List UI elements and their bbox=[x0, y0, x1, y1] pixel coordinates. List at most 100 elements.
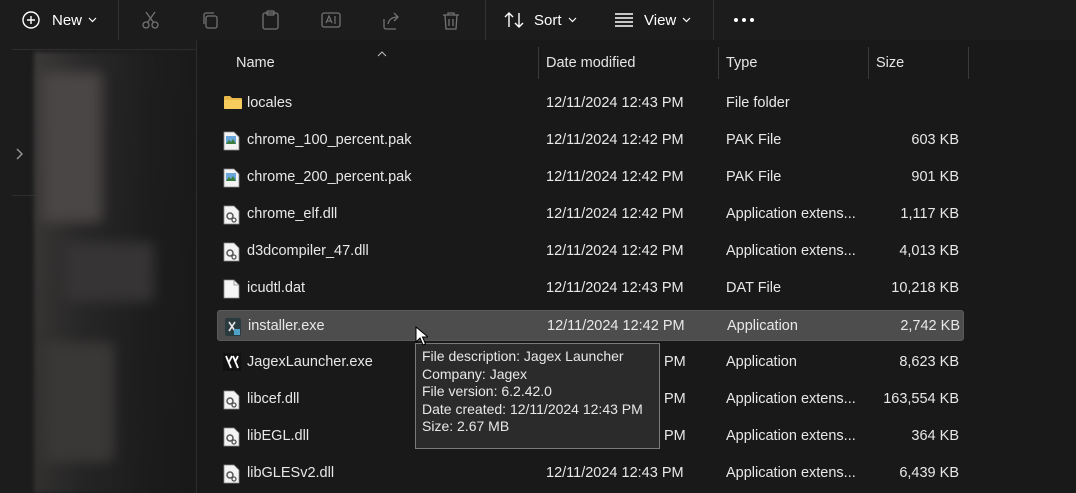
tooltip-version: File version: 6.2.42.0 bbox=[422, 383, 552, 400]
nav-divider bbox=[12, 49, 197, 50]
file-type: DAT File bbox=[726, 280, 782, 296]
file-name: chrome_elf.dll bbox=[247, 206, 338, 222]
rename-button[interactable] bbox=[321, 0, 341, 40]
tooltip-company: Company: Jagex bbox=[422, 365, 528, 382]
file-size: 901 KB bbox=[911, 169, 959, 185]
rename-icon bbox=[321, 12, 341, 28]
file-size: 163,554 KB bbox=[883, 391, 959, 407]
file-type: Application extens... bbox=[726, 206, 856, 222]
view-icon bbox=[615, 13, 633, 27]
file-type: PAK File bbox=[726, 132, 782, 148]
delete-button[interactable] bbox=[442, 0, 460, 40]
more-icon bbox=[734, 18, 754, 22]
delete-icon bbox=[443, 11, 459, 30]
new-label: New bbox=[52, 11, 83, 29]
installer-exe-icon bbox=[224, 317, 242, 337]
paste-button[interactable] bbox=[261, 0, 280, 40]
expand-chevron-icon[interactable] bbox=[15, 147, 23, 165]
see-more-button[interactable] bbox=[734, 0, 754, 40]
toolbar-divider bbox=[118, 0, 119, 40]
dll-file-icon bbox=[223, 205, 241, 225]
file-row[interactable]: locales 12/11/2024 12:43 PM File folder bbox=[217, 88, 964, 119]
column-divider[interactable] bbox=[718, 47, 719, 79]
file-type: File folder bbox=[726, 95, 790, 111]
sort-button[interactable]: Sort bbox=[504, 0, 577, 40]
file-name: libGLESv2.dll bbox=[247, 465, 335, 481]
file-size: 2,742 KB bbox=[900, 318, 960, 334]
file-name: d3dcompiler_47.dll bbox=[247, 243, 369, 259]
new-button[interactable]: New bbox=[22, 0, 97, 40]
blank-file-icon bbox=[223, 279, 241, 299]
file-size: 10,218 KB bbox=[891, 280, 959, 296]
view-button[interactable]: View bbox=[614, 0, 691, 40]
pak-file-icon bbox=[223, 131, 241, 151]
sort-ascending-icon bbox=[377, 44, 387, 62]
file-type: Application bbox=[726, 354, 797, 370]
copy-icon bbox=[203, 11, 218, 29]
chevron-down-icon bbox=[568, 17, 576, 23]
file-row[interactable]: libGLESv2.dll 12/11/2024 12:43 PM Applicat… bbox=[217, 458, 964, 489]
file-date-modified: 12/11/2024 12:42 PM bbox=[546, 243, 684, 259]
column-header-date-modified[interactable]: Date modified bbox=[546, 43, 635, 83]
pak-file-icon bbox=[223, 168, 241, 188]
column-divider[interactable] bbox=[968, 47, 969, 79]
file-date-modified: 12/11/2024 12:42 PM bbox=[546, 206, 684, 222]
file-date-modified: 12/11/2024 12:43 PM bbox=[546, 95, 684, 111]
toolbar-divider bbox=[485, 0, 486, 40]
file-date-modified: 12/11/2024 12:43 PM bbox=[546, 280, 684, 296]
copy-button[interactable] bbox=[201, 0, 220, 40]
file-name: icudtl.dat bbox=[247, 280, 306, 296]
column-header-size[interactable]: Size bbox=[876, 43, 904, 83]
paste-icon bbox=[262, 10, 279, 30]
view-label: View bbox=[644, 11, 677, 29]
file-date-modified: 12/11/2024 12:42 PM bbox=[547, 318, 685, 334]
file-info-tooltip: File description: Jagex Launcher Company… bbox=[415, 343, 660, 449]
file-name: chrome_200_percent.pak bbox=[247, 169, 412, 185]
chevron-down-icon bbox=[88, 17, 97, 23]
cut-button[interactable] bbox=[141, 0, 160, 40]
command-bar: New Sort View bbox=[0, 0, 1076, 40]
file-name: locales bbox=[247, 95, 293, 111]
chevron-down-icon bbox=[682, 17, 691, 23]
file-type: Application extens... bbox=[726, 243, 856, 259]
column-divider[interactable] bbox=[868, 47, 869, 79]
cut-icon bbox=[142, 11, 159, 29]
file-type: Application bbox=[727, 318, 798, 334]
dll-file-icon bbox=[223, 464, 241, 484]
tooltip-size: Size: 2.67 MB bbox=[422, 418, 510, 435]
jagex-logo-icon bbox=[223, 353, 241, 373]
file-row[interactable]: chrome_200_percent.pak 12/11/2024 12:42 P… bbox=[217, 162, 964, 193]
file-date-modified: 12/11/2024 12:42 PM bbox=[546, 132, 684, 148]
file-size: 4,013 KB bbox=[899, 243, 959, 259]
file-name: chrome_100_percent.pak bbox=[247, 132, 412, 148]
dll-file-icon bbox=[223, 242, 241, 262]
file-row[interactable]: chrome_elf.dll 12/11/2024 12:42 PM Applica… bbox=[217, 199, 964, 230]
pane-divider[interactable] bbox=[196, 40, 197, 493]
file-size: 8,623 KB bbox=[899, 354, 959, 370]
mouse-cursor-icon bbox=[415, 325, 430, 351]
file-size: 603 KB bbox=[911, 132, 959, 148]
column-divider[interactable] bbox=[538, 47, 539, 79]
column-header-name[interactable]: Name bbox=[236, 43, 275, 83]
file-date-modified: 12/11/2024 12:43 PM bbox=[546, 465, 684, 481]
file-date-modified: 12/11/2024 12:42 PM bbox=[546, 169, 684, 185]
dll-file-icon bbox=[223, 427, 241, 447]
column-header-type[interactable]: Type bbox=[726, 43, 757, 83]
file-name: installer.exe bbox=[248, 318, 325, 334]
file-row[interactable]: installer.exe 12/11/2024 12:42 PM Applicat… bbox=[217, 310, 964, 341]
plus-circle-icon bbox=[22, 11, 40, 29]
folder-icon bbox=[223, 94, 242, 114]
tooltip-description: File description: Jagex Launcher bbox=[422, 348, 624, 364]
file-type: Application extens... bbox=[726, 465, 856, 481]
file-type: Application extens... bbox=[726, 391, 856, 407]
sort-icon bbox=[504, 12, 524, 28]
file-size: 364 KB bbox=[911, 428, 959, 444]
file-row[interactable]: chrome_100_percent.pak 12/11/2024 12:42 P… bbox=[217, 125, 964, 156]
file-size: 6,439 KB bbox=[899, 465, 959, 481]
file-row[interactable]: d3dcompiler_47.dll 12/11/2024 12:42 PM App… bbox=[217, 236, 964, 267]
file-type: PAK File bbox=[726, 169, 782, 185]
file-row[interactable]: icudtl.dat 12/11/2024 12:43 PM DAT File 10,… bbox=[217, 273, 964, 304]
blurred-navigation-content bbox=[34, 52, 196, 493]
share-button[interactable] bbox=[381, 0, 401, 40]
sort-label: Sort bbox=[534, 11, 562, 29]
